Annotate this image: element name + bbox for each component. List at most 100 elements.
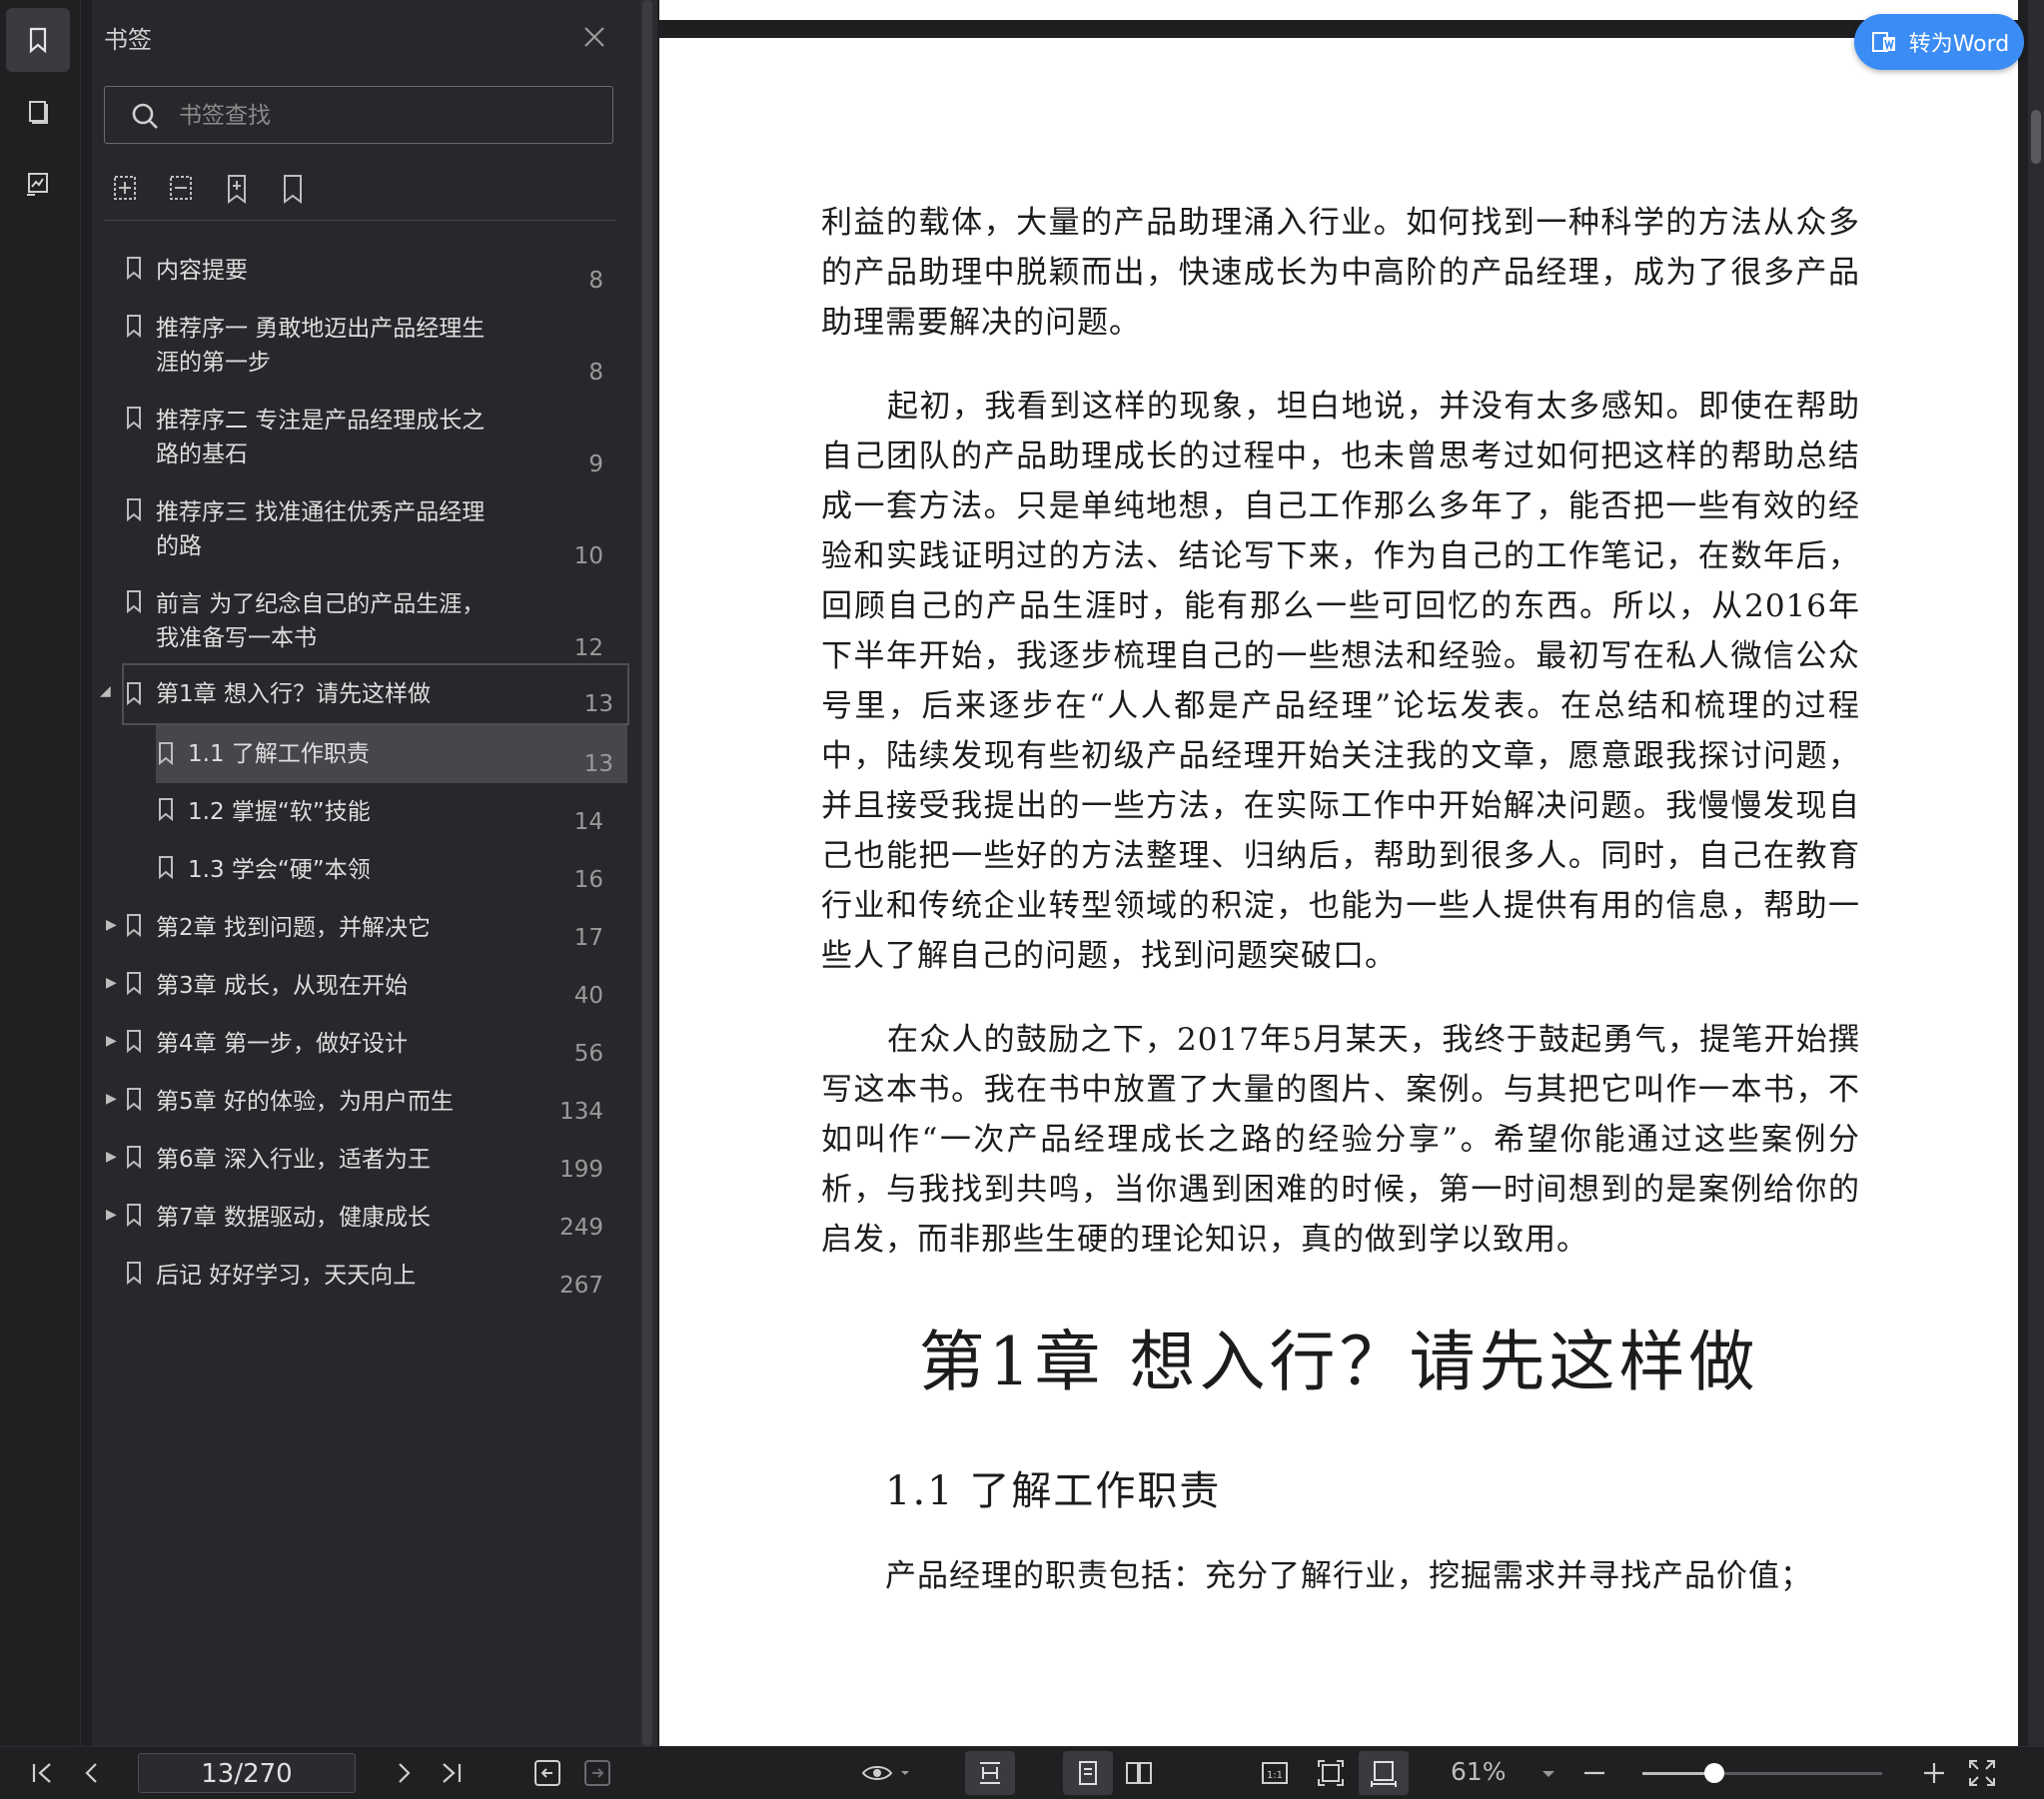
- bookmark-label: 1.2 掌握“软”技能: [188, 799, 371, 825]
- bookmark-page: 12: [573, 635, 603, 661]
- actual-size-icon[interactable]: 1:1: [1259, 1757, 1291, 1789]
- collapsed-triangle-icon[interactable]: ▶: [106, 1149, 122, 1165]
- chapter-title: 第1章 想入行？请先这样做: [918, 1324, 1759, 1400]
- first-page-icon[interactable]: [26, 1757, 58, 1789]
- bookmark-label: 第2章 找到问题，并解决它: [156, 915, 431, 941]
- annotation-panel-icon[interactable]: [6, 152, 70, 216]
- search-icon: [132, 103, 158, 129]
- bookmark-page: 8: [588, 268, 603, 294]
- document-scrollbar-thumb[interactable]: [2031, 110, 2041, 164]
- bookmark-flag-icon: [127, 315, 141, 338]
- collapse-bookmark-icon[interactable]: [166, 172, 196, 206]
- last-page-icon[interactable]: [436, 1757, 468, 1789]
- bookmark-item[interactable]: ▶ 第6章 深入行业，适者为王 199: [92, 1143, 627, 1193]
- bookmark-label: 第7章 数据驱动，健康成长: [156, 1205, 431, 1231]
- bookmark-page: 16: [573, 867, 603, 893]
- document-page: 利益的载体，大量的产品助理涌入行业。如何找到一种科学的方法从众多的产品助理中脱颖…: [659, 0, 2018, 1746]
- next-page-icon[interactable]: [388, 1757, 420, 1789]
- bookmark-page: 14: [573, 809, 603, 835]
- divider: [104, 220, 615, 221]
- double-page-icon[interactable]: [1123, 1757, 1155, 1789]
- zoom-level[interactable]: 61%: [1451, 1757, 1507, 1786]
- bookmark-item[interactable]: 推荐序一 勇敢地迈出产品经理生涯的第一步 8: [92, 312, 627, 396]
- paragraph: 起初，我看到这样的现象，坦白地说，并没有太多感知。即使在帮助自己团队的产品助理成…: [821, 389, 1860, 974]
- bookmark-label: 内容提要: [156, 258, 248, 284]
- bookmark-item-current[interactable]: 1.1 了解工作职责 13: [156, 725, 627, 783]
- fullscreen-icon[interactable]: [1966, 1757, 1998, 1789]
- bookmark-toolbar: [110, 172, 308, 212]
- bookmark-flag-icon: [159, 798, 173, 821]
- add-bookmark-icon[interactable]: [110, 172, 140, 206]
- bookmark-icon[interactable]: [278, 172, 308, 206]
- bookmark-label: 后记 好好学习，天天向上: [156, 1263, 417, 1289]
- panel-scrollbar-thumb[interactable]: [642, 0, 652, 1746]
- bookmark-flag-icon: [127, 590, 141, 613]
- thumbnail-panel-icon[interactable]: [6, 80, 70, 144]
- bookmark-item[interactable]: 1.2 掌握“软”技能 14: [92, 795, 627, 845]
- bookmark-item[interactable]: ▶ 第4章 第一步，做好设计 56: [92, 1027, 627, 1077]
- back-view-icon[interactable]: [531, 1757, 563, 1789]
- bookmark-page: 9: [588, 451, 603, 477]
- paragraph: 利益的载体，大量的产品助理涌入行业。如何找到一种科学的方法从众多的产品助理中脱颖…: [821, 205, 1860, 341]
- bookmark-flag-icon: [127, 1088, 141, 1111]
- bookmark-page: 13: [583, 751, 613, 777]
- bookmark-label: 推荐序一 勇敢地迈出产品经理生涯的第一步: [156, 316, 486, 376]
- bookmark-label: 推荐序三 找准通往优秀产品经理的路: [156, 499, 486, 559]
- insert-bookmark-icon[interactable]: [222, 172, 252, 206]
- zoom-out-icon[interactable]: [1578, 1757, 1610, 1789]
- zoom-dropdown-icon[interactable]: [1538, 1757, 1558, 1789]
- panel-scrollbar[interactable]: [639, 0, 657, 1746]
- single-page-icon[interactable]: [1063, 1751, 1113, 1795]
- fit-width-icon[interactable]: [1359, 1751, 1409, 1795]
- bookmark-item[interactable]: ▶ 第5章 好的体验，为用户而生 134: [92, 1085, 627, 1135]
- panel-title: 书签: [104, 26, 152, 54]
- bookmark-page: 40: [573, 983, 603, 1009]
- expanded-triangle-icon[interactable]: ◢: [100, 683, 116, 699]
- page-separator: [659, 20, 2018, 38]
- close-icon[interactable]: [579, 22, 609, 52]
- collapsed-triangle-icon[interactable]: ▶: [106, 975, 122, 991]
- bookmark-panel-icon[interactable]: [6, 8, 70, 72]
- bookmark-item[interactable]: ▶ 第3章 成长，从现在开始 40: [92, 969, 627, 1019]
- fit-page-icon[interactable]: [1315, 1757, 1347, 1789]
- bookmark-item[interactable]: 推荐序二 专注是产品经理成长之路的基石 9: [92, 404, 627, 487]
- bookmark-item[interactable]: 推荐序三 找准通往优秀产品经理的路 10: [92, 495, 627, 579]
- bookmark-item[interactable]: 前言 为了纪念自己的产品生涯，我准备写一本书 12: [92, 587, 627, 671]
- bookmark-item-chapter-1[interactable]: ◢ 第1章 想入行？请先这样做 13: [100, 663, 629, 725]
- bookmark-label: 1.3 学会“硬”本领: [188, 857, 371, 883]
- bookmark-search[interactable]: [104, 86, 613, 144]
- bookmark-page: 199: [559, 1157, 603, 1183]
- bookmark-label: 第1章 想入行？请先这样做: [156, 681, 431, 707]
- search-input[interactable]: [177, 95, 600, 137]
- bookmark-page: 10: [573, 543, 603, 569]
- word-convert-icon: [1871, 32, 1895, 52]
- bookmark-item[interactable]: 1.3 学会“硬”本领 16: [92, 853, 627, 903]
- previous-page-icon[interactable]: [76, 1757, 108, 1789]
- document-scrollbar[interactable]: [2028, 0, 2044, 1746]
- paragraph: 在众人的鼓励之下，2017年5月某天，我终于鼓起勇气，提笔开始撰写这本书。我在书…: [821, 1022, 1860, 1258]
- continuous-scroll-icon[interactable]: [965, 1751, 1015, 1795]
- bookmark-item[interactable]: ▶ 第2章 找到问题，并解决它 17: [92, 911, 627, 961]
- bookmark-item[interactable]: ▶ 第7章 数据驱动，健康成长 249: [92, 1201, 627, 1251]
- collapsed-triangle-icon[interactable]: ▶: [106, 1033, 122, 1049]
- bookmark-page: 8: [588, 360, 603, 386]
- side-rail: [0, 0, 81, 1746]
- forward-view-icon[interactable]: [581, 1757, 613, 1789]
- convert-to-word-button[interactable]: 转为Word: [1854, 14, 2024, 70]
- page-number-input[interactable]: 13/270: [138, 1753, 356, 1793]
- convert-to-word-label: 转为Word: [1908, 32, 2010, 57]
- collapsed-triangle-icon[interactable]: ▶: [106, 917, 122, 933]
- bookmark-page: 267: [559, 1273, 603, 1299]
- bookmark-label: 第5章 好的体验，为用户而生: [156, 1089, 454, 1115]
- eye-protection-icon[interactable]: [859, 1757, 915, 1789]
- svg-text:1:1: 1:1: [1267, 1770, 1283, 1781]
- bookmark-item[interactable]: 内容提要 8: [92, 254, 627, 304]
- zoom-slider-handle[interactable]: [1704, 1763, 1724, 1783]
- bookmark-flag-icon: [127, 407, 141, 430]
- collapsed-triangle-icon[interactable]: ▶: [106, 1207, 122, 1223]
- collapsed-triangle-icon[interactable]: ▶: [106, 1091, 122, 1107]
- bookmark-item[interactable]: 后记 好好学习，天天向上 267: [92, 1259, 627, 1309]
- bookmark-flag-icon: [159, 742, 173, 765]
- zoom-in-icon[interactable]: [1918, 1757, 1950, 1789]
- bookmark-flag-icon: [127, 257, 141, 280]
